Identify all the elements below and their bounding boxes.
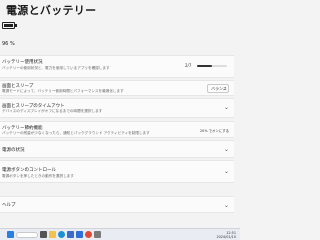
battery-saver-row[interactable]: バッテリー節約機能 バッテリーの残量が少なくなったら、通知とバックグラウンド ア…: [0, 121, 234, 138]
battery-usage-count: 2/7: [185, 63, 192, 68]
battery-summary: 96 %: [2, 22, 17, 47]
power-status-row[interactable]: 電源の状況 ⌄: [0, 140, 234, 158]
help-row[interactable]: ヘルプ ⌄: [0, 196, 234, 213]
chrome-icon[interactable]: [85, 231, 92, 238]
battery-saver-value: 20% でオンにする: [200, 129, 229, 133]
power-mode-row[interactable]: 画面とスリープ 電源モードによって、バッテリー使用時間とパフォーマンスを最適化し…: [0, 80, 234, 96]
battery-icon: [2, 22, 17, 29]
chevron-down-icon[interactable]: ⌄: [224, 146, 229, 153]
power-status-title: 電源の状況: [2, 148, 25, 153]
battery-usage-bar: [197, 65, 227, 67]
battery-usage-row[interactable]: バッテリー使用状況 バッテリーの使用状況と、電力を使用しているアプリを確認します…: [0, 55, 234, 78]
edge-icon[interactable]: [58, 231, 65, 238]
taskview-icon[interactable]: [40, 231, 47, 238]
search-input[interactable]: [16, 231, 38, 238]
chevron-down-icon[interactable]: ⌄: [224, 202, 229, 209]
mail-icon[interactable]: [76, 231, 83, 238]
chevron-down-icon[interactable]: ⌄: [224, 168, 229, 175]
screen-timeout-row[interactable]: 画面とスリープのタイムアウト デバイスのディスプレイがオフになるまでの時間を選択…: [0, 98, 234, 118]
help-title: ヘルプ: [2, 203, 16, 208]
settings-icon[interactable]: [94, 231, 101, 238]
store-icon[interactable]: [67, 231, 74, 238]
page-title: 電源とバッテリー: [6, 4, 97, 17]
taskbar: 12:51 2024/01/10: [0, 228, 240, 240]
power-button-title: 電源ボタンのコントロール: [2, 168, 56, 173]
power-button-subtitle: 電源ボタンを押したときの動作を選択します: [2, 174, 74, 178]
battery-percent: 96 %: [2, 41, 15, 47]
power-button-row[interactable]: 電源ボタンのコントロール 電源ボタンを押したときの動作を選択します ⌄: [0, 160, 234, 183]
screen-timeout-subtitle: デバイスのディスプレイがオフになるまでの時間を選択します: [2, 109, 103, 113]
battery-saver-subtitle: バッテリーの残量が少なくなったら、通知とバックグラウンド アクティビティを制限し…: [2, 131, 150, 135]
battery-usage-subtitle: バッテリーの使用状況と、電力を使用しているアプリを確認します: [2, 66, 110, 70]
chevron-down-icon: ⌄: [222, 86, 226, 91]
tray-clock[interactable]: 12:51 2024/01/10: [216, 231, 236, 239]
power-mode-subtitle: 電源モードによって、バッテリー使用時間とパフォーマンスを最適化します: [2, 89, 124, 93]
folder-icon[interactable]: [49, 231, 56, 238]
start-icon[interactable]: [7, 231, 14, 238]
chevron-down-icon[interactable]: ⌄: [224, 104, 229, 111]
power-mode-dropdown[interactable]: バランス ⌄: [207, 84, 229, 93]
battery-usage-title: バッテリー使用状況: [2, 60, 43, 65]
